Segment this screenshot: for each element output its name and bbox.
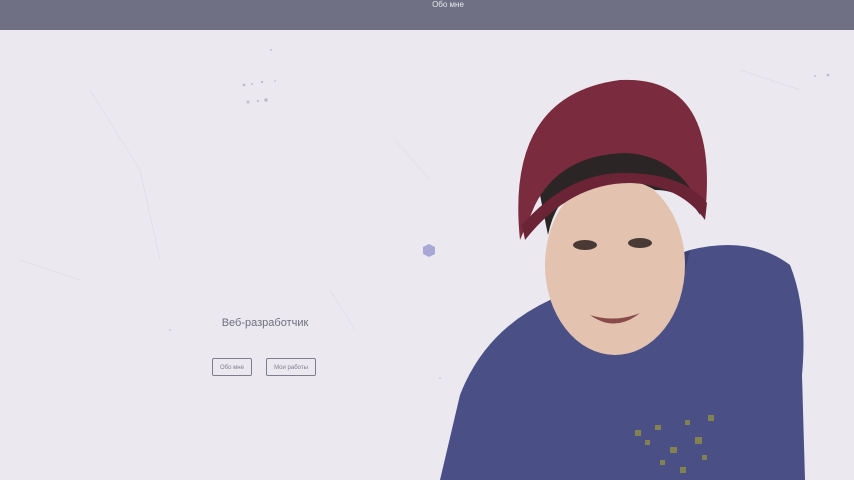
works-button[interactable]: Мои работы — [266, 358, 316, 376]
landing-page: Обо мне Веб-разработчик Обо мне Мои рабо… — [0, 0, 854, 480]
hero-subtitle: Веб-разработчик — [221, 317, 309, 329]
portrait-photo — [440, 79, 805, 480]
about-button[interactable]: Обо мне — [212, 358, 252, 376]
nav-link-about[interactable]: Обо мне — [430, 0, 466, 10]
top-navigation-bar: Обо мне — [0, 0, 854, 30]
